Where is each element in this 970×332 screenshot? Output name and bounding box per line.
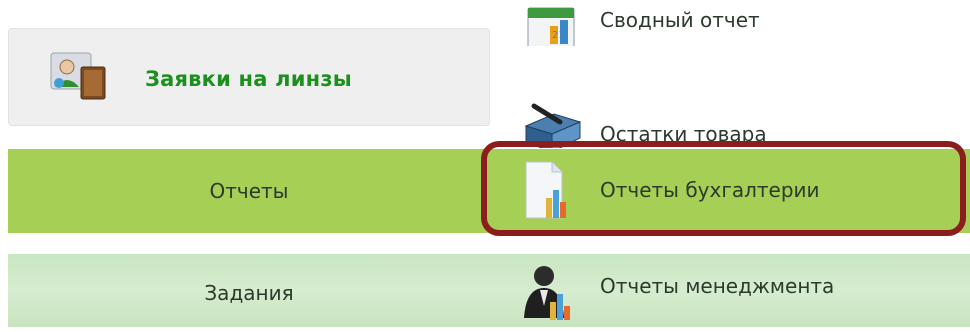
submenu-item-label: Сводный отчет bbox=[600, 8, 760, 32]
user-contact-icon bbox=[50, 52, 106, 100]
submenu-item-summary-report[interactable]: 21 Сводный отчет bbox=[520, 0, 920, 50]
highlight-frame bbox=[481, 141, 966, 236]
calendar-chart-icon: 21 bbox=[527, 7, 575, 46]
lens-requests-card[interactable]: Заявки на линзы bbox=[8, 28, 490, 126]
submenu-item-label: Отчеты менеджмента bbox=[600, 274, 835, 298]
lens-requests-label: Заявки на линзы bbox=[145, 67, 352, 91]
manager-chart-icon bbox=[524, 266, 570, 320]
svg-text:21: 21 bbox=[552, 30, 565, 41]
submenu-item-management-reports[interactable]: Отчеты менеджмента bbox=[520, 262, 940, 322]
reports-menu-item[interactable]: Отчеты bbox=[8, 149, 490, 233]
tasks-menu-item[interactable]: Задания bbox=[8, 254, 490, 327]
